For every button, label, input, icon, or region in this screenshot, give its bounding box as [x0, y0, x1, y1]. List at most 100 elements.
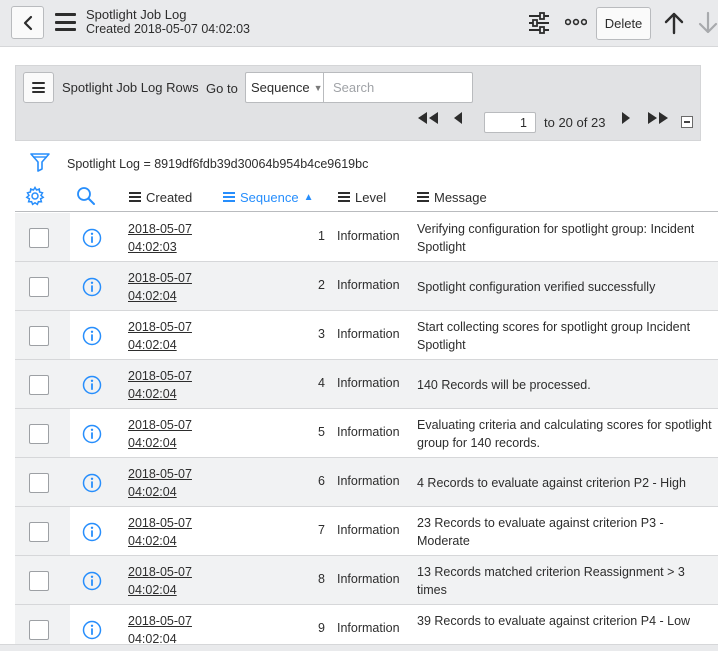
created-cell: 2018-05-07 04:02:04: [128, 612, 192, 648]
created-link[interactable]: 2018-05-07 04:02:04: [128, 320, 192, 352]
column-header-sequence[interactable]: Sequence ▲: [223, 186, 313, 208]
double-left-icon: [418, 112, 438, 124]
page-title: Spotlight Job Log: [86, 7, 187, 22]
row-checkbox[interactable]: [29, 277, 49, 297]
minus-icon: [684, 121, 690, 123]
created-time: 04:02:04: [128, 534, 177, 548]
right-icon: [622, 112, 630, 124]
created-cell: 2018-05-07 04:02:04: [128, 563, 192, 599]
column-menu-icon[interactable]: [223, 192, 235, 202]
created-link[interactable]: 2018-05-07 04:02:04: [128, 516, 192, 548]
column-header-created[interactable]: Created: [129, 186, 192, 208]
table-row[interactable]: 2018-05-07 04:02:04 3 Information Start coll…: [15, 311, 718, 360]
created-cell: 2018-05-07 04:02:03: [128, 220, 192, 256]
preview-record-button[interactable]: [82, 326, 102, 349]
gear-icon: [25, 186, 45, 206]
hamburger-icon: [32, 82, 45, 93]
column-menu-icon[interactable]: [417, 192, 429, 202]
list-menu-button[interactable]: [23, 72, 54, 103]
next-record-button[interactable]: [698, 11, 718, 35]
row-checkbox[interactable]: [29, 326, 49, 346]
level-cell: Information: [337, 474, 400, 488]
column-menu-icon[interactable]: [129, 192, 141, 202]
row-checkbox[interactable]: [29, 522, 49, 542]
table-row[interactable]: 2018-05-07 04:02:04 5 Information Evaluating…: [15, 409, 718, 458]
preview-record-button[interactable]: [82, 571, 102, 594]
checkbox-cell: [15, 556, 70, 604]
column-header-level[interactable]: Level: [338, 186, 386, 208]
caret-down-icon: ▼: [313, 82, 323, 93]
goto-field-select[interactable]: Sequence ▼: [245, 72, 324, 103]
first-page-button[interactable]: [415, 110, 441, 126]
info-icon: [82, 424, 102, 444]
page-number-input[interactable]: [484, 112, 536, 133]
list-settings-button[interactable]: [25, 186, 45, 206]
column-search-button[interactable]: [76, 186, 96, 206]
created-link[interactable]: 2018-05-07 04:02:04: [128, 467, 192, 499]
delete-button[interactable]: Delete: [596, 7, 651, 40]
created-link[interactable]: 2018-05-07 04:02:04: [128, 418, 192, 450]
preview-record-button[interactable]: [82, 620, 102, 643]
created-time: 04:02:04: [128, 387, 177, 401]
checkbox-cell: [15, 360, 70, 408]
table-row[interactable]: 2018-05-07 04:02:03 1 Information Verifying …: [15, 213, 718, 262]
sequence-cell: 7: [318, 523, 325, 537]
more-options-button[interactable]: [565, 17, 587, 27]
search-icon: [77, 187, 95, 205]
row-checkbox[interactable]: [29, 571, 49, 591]
message-cell: 39 Records to evaluate against criterion…: [417, 614, 691, 628]
created-cell: 2018-05-07 04:02:04: [128, 367, 192, 403]
created-cell: 2018-05-07 04:02:04: [128, 416, 192, 452]
back-button[interactable]: [11, 6, 44, 39]
next-page-button[interactable]: [618, 110, 634, 126]
message-cell: 23 Records to evaluate against criterion…: [417, 516, 664, 548]
collapse-list-button[interactable]: [681, 116, 693, 128]
personalize-form-button[interactable]: [527, 12, 551, 34]
level-cell: Information: [337, 425, 400, 439]
table-row[interactable]: 2018-05-07 04:02:04 4 Information 140 Record…: [15, 360, 718, 409]
row-checkbox[interactable]: [29, 620, 49, 640]
preview-record-button[interactable]: [82, 375, 102, 398]
table-row[interactable]: 2018-05-07 04:02:04 7 Information 23 Records…: [15, 507, 718, 556]
created-link[interactable]: 2018-05-07 04:02:04: [128, 614, 192, 646]
row-checkbox[interactable]: [29, 424, 49, 444]
preview-record-button[interactable]: [82, 228, 102, 251]
preview-record-button[interactable]: [82, 522, 102, 545]
sequence-cell: 3: [318, 327, 325, 341]
sort-ascending-icon: ▲: [303, 191, 314, 203]
table-row[interactable]: 2018-05-07 04:02:04 2 Information Spotlight …: [15, 262, 718, 311]
more-options-icon: [565, 18, 587, 26]
goto-label: Go to: [206, 81, 238, 96]
row-checkbox[interactable]: [29, 228, 49, 248]
info-icon: [82, 522, 102, 542]
table-row[interactable]: 2018-05-07 04:02:04 8 Information 13 Records…: [15, 556, 718, 605]
created-link[interactable]: 2018-05-07 04:02:04: [128, 565, 192, 597]
sliders-icon: [529, 12, 549, 34]
message-cell: 4 Records to evaluate against criterion …: [417, 476, 686, 490]
funnel-icon: [30, 153, 50, 172]
column-header-message[interactable]: Message: [417, 186, 487, 208]
preview-record-button[interactable]: [82, 277, 102, 300]
created-date: 2018-05-07: [128, 467, 192, 481]
created-date: 2018-05-07: [128, 271, 192, 285]
preview-record-button[interactable]: [82, 473, 102, 496]
created-link[interactable]: 2018-05-07 04:02:04: [128, 369, 192, 401]
column-menu-icon[interactable]: [338, 192, 350, 202]
row-checkbox[interactable]: [29, 375, 49, 395]
filter-breadcrumb[interactable]: Spotlight Log = 8919df6fdb39d30064b954b4…: [67, 157, 368, 171]
info-icon: [82, 277, 102, 297]
previous-record-button[interactable]: [663, 11, 685, 35]
form-menu-icon[interactable]: [55, 13, 76, 31]
preview-record-button[interactable]: [82, 424, 102, 447]
created-link[interactable]: 2018-05-07 04:02:04: [128, 271, 192, 303]
column-label: Level: [355, 189, 387, 205]
previous-page-button[interactable]: [450, 110, 466, 126]
search-input[interactable]: [323, 72, 473, 103]
row-checkbox[interactable]: [29, 473, 49, 493]
table-row[interactable]: 2018-05-07 04:02:04 6 Information 4 Records …: [15, 458, 718, 507]
arrow-down-icon: [698, 11, 718, 34]
last-page-button[interactable]: [645, 110, 671, 126]
created-link[interactable]: 2018-05-07 04:02:03: [128, 222, 192, 254]
filter-button[interactable]: [30, 152, 50, 175]
arrow-up-icon: [664, 12, 684, 35]
